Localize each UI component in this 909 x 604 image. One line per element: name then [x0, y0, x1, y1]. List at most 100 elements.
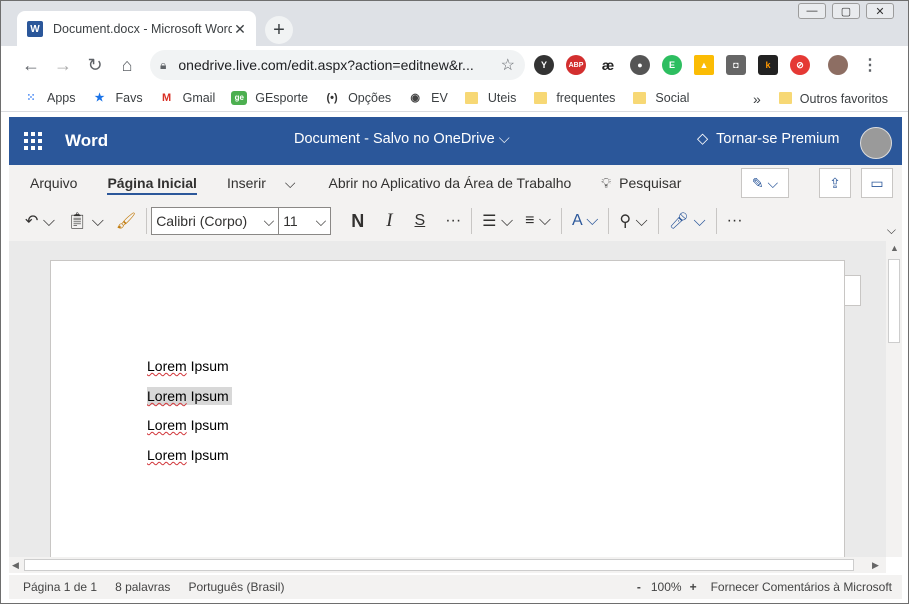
- more-options-button[interactable]: ···: [721, 206, 749, 236]
- tab-arquivo[interactable]: Arquivo: [15, 165, 92, 201]
- extension-icon[interactable]: ⊘: [790, 55, 810, 75]
- undo-button[interactable]: ↶ ⌵: [19, 206, 61, 236]
- evernote-icon[interactable]: E: [662, 55, 682, 75]
- ge-icon: ge: [231, 90, 248, 105]
- menu-icon[interactable]: ⋮: [860, 55, 880, 75]
- feedback-link[interactable]: Fornecer Comentários à Microsoft: [711, 580, 892, 594]
- horizontal-scrollbar[interactable]: ◀ ▶: [9, 557, 886, 573]
- bookmark-label: EV: [431, 90, 448, 105]
- more-font-options-button[interactable]: ···: [439, 206, 467, 236]
- share-button[interactable]: ⇪: [819, 168, 851, 198]
- bookmark-frequentes[interactable]: frequentes: [532, 91, 615, 105]
- bookmark-label: Uteis: [487, 90, 517, 105]
- back-icon[interactable]: ←: [15, 49, 47, 81]
- scroll-left-icon[interactable]: ◀: [12, 560, 19, 571]
- underline-button[interactable]: S: [409, 206, 432, 236]
- bookmark-ev[interactable]: ◉ EV: [407, 91, 448, 105]
- zoom-in-button[interactable]: +: [690, 580, 697, 594]
- premium-button[interactable]: ◇ Tornar-se Premium: [697, 131, 839, 147]
- share-icon: ⇪: [829, 174, 841, 191]
- document-line-selected[interactable]: Lorem Ipsum: [147, 387, 232, 405]
- scroll-thumb[interactable]: [24, 559, 854, 571]
- zoom-out-button[interactable]: -: [637, 580, 641, 594]
- browser-tab[interactable]: W Document.docx - Microsoft Word ✕: [17, 11, 256, 47]
- bullets-button[interactable]: ☰ ⌵: [476, 206, 519, 236]
- extension-icon[interactable]: ●: [630, 55, 650, 75]
- bookmark-gmail[interactable]: M Gmail: [159, 90, 216, 105]
- vertical-scrollbar[interactable]: ▲: [886, 241, 902, 557]
- bookmark-gesporte[interactable]: ge GEsporte: [231, 90, 309, 105]
- bookmark-favs[interactable]: ★ Favs: [92, 91, 143, 105]
- language[interactable]: Português (Brasil): [188, 580, 284, 594]
- styles-button[interactable]: A ⌵: [566, 206, 604, 236]
- new-tab-button[interactable]: +: [265, 16, 293, 44]
- paste-button[interactable]: 📋︎ ⌵: [61, 206, 110, 236]
- close-tab-icon[interactable]: ✕: [232, 21, 248, 38]
- bookmarks-bar: ⁙ Apps ★ Favs M Gmail ge GEsporte (•) Opções …: [1, 84, 908, 112]
- scroll-up-icon[interactable]: ▲: [890, 243, 899, 253]
- word: Ipsum: [186, 388, 229, 404]
- ribbon-toolbar: ↶ ⌵ 📋︎ ⌵ 🖌︎ Calibri (Corpo) ⌵ 11 ⌵ N I S ·…: [9, 201, 902, 241]
- home-icon[interactable]: ⌂: [111, 49, 143, 81]
- bookmark-opcoes[interactable]: (•) Opções: [324, 91, 391, 105]
- bookmark-uteis[interactable]: Uteis: [464, 91, 516, 105]
- star-icon: ★: [94, 92, 105, 104]
- drive-icon[interactable]: ▲: [694, 55, 714, 75]
- bold-button[interactable]: N: [345, 206, 370, 236]
- avatar[interactable]: [860, 127, 892, 159]
- document-line[interactable]: Lorem Ipsum: [147, 357, 232, 375]
- extensions: Y ABP æ ● E ▲ ◘ k ⊘ ⋮: [534, 55, 892, 75]
- format-painter-icon[interactable]: 🖌︎: [110, 206, 142, 236]
- profile-icon[interactable]: [828, 55, 848, 75]
- chevron-down-icon: ⌵: [315, 212, 327, 229]
- omnibox[interactable]: 🔒︎ onedrive.live.com/edit.aspx?action=ed…: [150, 50, 525, 80]
- find-button[interactable]: ⚲ ⌵: [613, 206, 653, 236]
- zoom-level[interactable]: 100%: [651, 580, 682, 594]
- search-button[interactable]: Pesquisar: [615, 165, 696, 201]
- reload-icon[interactable]: ↻: [79, 49, 111, 81]
- ae-icon[interactable]: æ: [598, 55, 618, 75]
- star-icon[interactable]: ☆: [501, 55, 515, 75]
- document-line[interactable]: Lorem Ipsum: [147, 416, 232, 434]
- divider: [715, 208, 717, 234]
- bookmark-label: GEsporte: [255, 90, 309, 105]
- dictate-button[interactable]: 🎤︎ ⌵: [663, 206, 712, 236]
- scroll-thumb[interactable]: [888, 259, 900, 343]
- open-desktop-app-button[interactable]: Abrir no Aplicativo da Área de Trabalho: [313, 165, 586, 201]
- bookmark-label: frequentes: [556, 90, 616, 105]
- other-favorites[interactable]: Outros favoritos: [800, 92, 888, 106]
- document-title[interactable]: Document - Salvo no OneDrive ⌵: [294, 131, 510, 147]
- document-page[interactable]: Lorem Ipsum Lorem Ipsum Lorem Ipsum Lore…: [50, 260, 845, 557]
- forward-icon[interactable]: →: [47, 49, 79, 81]
- chevron-down-icon[interactable]: ⌵: [281, 165, 300, 201]
- divider: [657, 208, 659, 234]
- bookmark-apps[interactable]: ⁙ Apps: [23, 91, 75, 105]
- align-button[interactable]: ≡ ⌵: [519, 206, 557, 236]
- maximize-button[interactable]: ▢: [832, 3, 860, 19]
- tab-pagina-inicial[interactable]: Página Inicial: [92, 165, 211, 201]
- font-family-select[interactable]: Calibri (Corpo) ⌵: [151, 207, 280, 235]
- adblock-icon[interactable]: ABP: [566, 55, 586, 75]
- folder-icon: [778, 91, 792, 107]
- scroll-right-icon[interactable]: ▶: [872, 560, 879, 571]
- document-line[interactable]: Lorem Ipsum: [147, 446, 232, 464]
- italic-button[interactable]: I: [380, 206, 398, 236]
- comments-button[interactable]: ▭: [861, 168, 893, 198]
- bookmark-label: Gmail: [182, 90, 216, 105]
- side-pane-handle[interactable]: [845, 275, 861, 306]
- k-icon[interactable]: k: [758, 55, 778, 75]
- editing-mode-button[interactable]: ✎ ⌵: [741, 168, 789, 198]
- address-bar-row: ← → ↻ ⌂ 🔒︎ onedrive.live.com/edit.aspx?a…: [1, 46, 908, 84]
- tab-inserir[interactable]: Inserir: [212, 165, 281, 201]
- app-launcher-icon[interactable]: [9, 117, 57, 165]
- folder-icon: [631, 91, 647, 105]
- app-name[interactable]: Word: [65, 131, 108, 151]
- close-window-button[interactable]: ✕: [866, 3, 894, 19]
- bookmarks-overflow-button[interactable]: »: [753, 91, 761, 107]
- bookmark-social[interactable]: Social: [631, 91, 689, 105]
- extension-icon[interactable]: Y: [534, 55, 554, 75]
- extension-icon[interactable]: ◘: [726, 55, 746, 75]
- minimize-button[interactable]: —: [798, 3, 826, 19]
- word-count[interactable]: 8 palavras: [115, 580, 170, 594]
- font-size-select[interactable]: 11 ⌵: [279, 207, 332, 235]
